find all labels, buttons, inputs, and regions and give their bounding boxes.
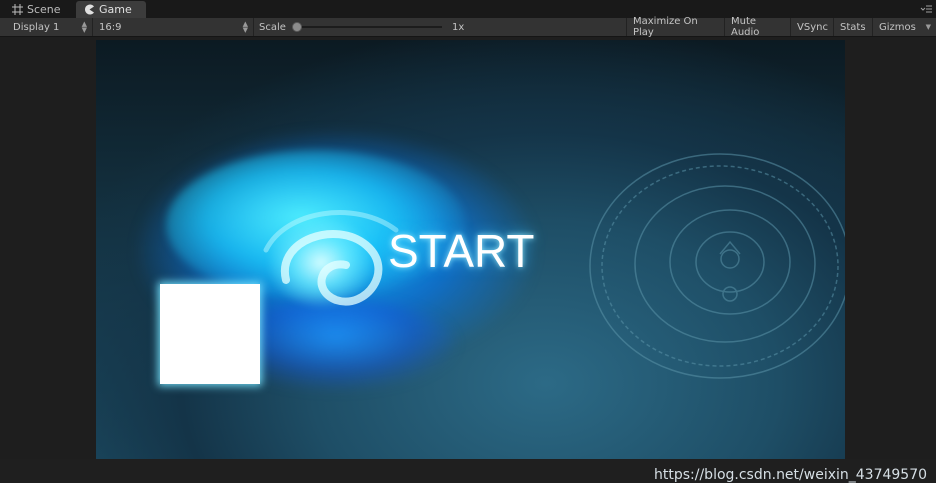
start-button[interactable]: START [388,223,568,279]
aspect-dropdown[interactable]: 16:9 ▲ ▼ [93,18,254,36]
game-pacman-icon [85,4,94,15]
dropdown-arrows-icon: ▲ ▼ [242,20,248,34]
tab-scene-label: Scene [27,3,61,16]
aspect-label: 16:9 [99,21,122,33]
tab-game[interactable]: Game [76,1,146,18]
game-viewport: START https://blog.csdn.net/weixin_43749… [0,37,936,483]
scale-label: Scale [259,21,286,33]
scene-grid-icon [12,4,23,15]
scale-slider-thumb[interactable] [292,22,302,32]
mute-audio-toggle[interactable]: Mute Audio [725,16,791,38]
mute-audio-label: Mute Audio [731,16,760,38]
game-render-area[interactable]: START [96,40,845,459]
dropdown-arrows-icon: ▲ ▼ [81,20,87,34]
tab-game-label: Game [99,3,132,16]
tab-bar: Scene Game [0,0,936,18]
dropdown-arrow-icon: ▼ [925,23,931,31]
stats-label: Stats [840,21,866,33]
scale-slider[interactable] [298,26,442,28]
white-square-sprite [160,284,260,384]
stats-toggle[interactable]: Stats [834,18,873,36]
maximize-on-play-label: Maximize On Play [633,16,698,38]
vsync-label: VSync [797,21,828,33]
maximize-on-play-toggle[interactable]: Maximize On Play [626,16,725,38]
tab-menu-icon[interactable] [920,3,932,15]
gizmos-label: Gizmos [879,21,916,33]
display-label: Display 1 [13,21,60,33]
tab-scene[interactable]: Scene [4,1,74,18]
magic-circle-emblem [589,153,845,379]
scale-value: 1x [452,21,465,33]
display-dropdown[interactable]: Display 1 ▲ ▼ [0,18,93,36]
watermark-text: https://blog.csdn.net/weixin_43749570 [654,467,928,483]
vsync-toggle[interactable]: VSync [791,18,834,36]
gizmos-dropdown[interactable]: Gizmos ▼ [873,18,936,36]
game-toolbar: Display 1 ▲ ▼ 16:9 ▲ ▼ Scale 1x Maximize O… [0,16,936,38]
